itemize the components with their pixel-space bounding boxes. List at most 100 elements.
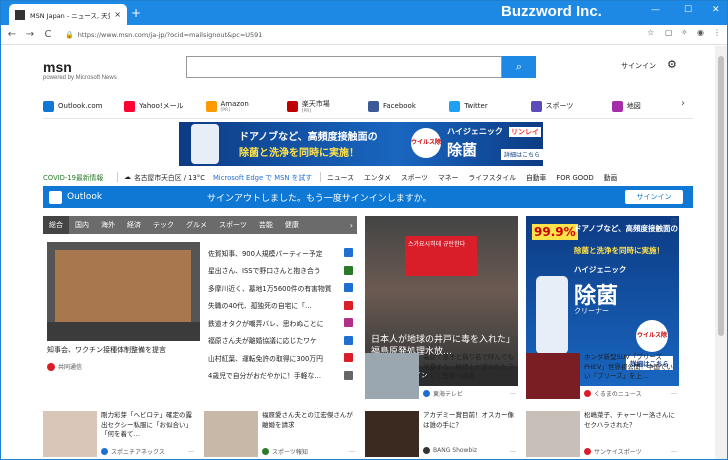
- chevron-right-icon[interactable]: ›: [350, 221, 353, 230]
- back-button[interactable]: ←: [5, 29, 19, 40]
- covid-link[interactable]: COVID-19最新情報: [43, 172, 103, 182]
- search-input[interactable]: [186, 56, 502, 78]
- bottle-image: [536, 276, 568, 354]
- tab-4[interactable]: テック: [147, 216, 180, 234]
- nav-item-3[interactable]: マネー: [438, 174, 458, 182]
- banner-line1: ドアノブなど、高頻度接触面の: [239, 132, 378, 143]
- more-options-icon[interactable]: …: [671, 447, 677, 454]
- headline-item[interactable]: 山村紅葉、運転免許の取得に300万円: [208, 349, 353, 367]
- source-name: 東海テレビ: [433, 391, 464, 398]
- maximize-button[interactable]: ☐: [684, 5, 692, 15]
- edge-promo-link[interactable]: Microsoft Edge で MSN を試す: [213, 172, 312, 182]
- page-content: msn powered by Microsoft News ⌕ サインイン ⚙ …: [1, 46, 715, 459]
- tab-2[interactable]: 海外: [95, 216, 121, 234]
- news-card[interactable]: 電話で息子と偽り名で呼んでも巫蠱する…税理士が使われたフリして警察へ通報… 東海テ…: [365, 353, 518, 401]
- desk-area: [47, 322, 200, 341]
- quicklink-sub: [PR]: [301, 108, 312, 114]
- headline-item[interactable]: 福原さん夫が離婚協議に応じたワケ: [208, 332, 353, 350]
- card-title: 電話で息子と偽り名で呼んでも巫蠱する…税理士が使われたフリして警察へ通報…: [423, 353, 514, 380]
- headline-item[interactable]: 佐賀知事、900人規模パーティー予定: [208, 244, 353, 262]
- more-options-icon[interactable]: …: [188, 447, 194, 454]
- tab-3[interactable]: 経済: [121, 216, 147, 234]
- headline-item[interactable]: 鉄道オタクが嘲弄バレ、思わぬことに: [208, 314, 353, 332]
- favorite-star-icon[interactable]: ☆: [647, 28, 654, 37]
- more-options-icon[interactable]: …: [671, 389, 677, 396]
- menu-icon[interactable]: ⋮: [713, 28, 721, 37]
- banner-detail-button[interactable]: 詳細はこちら: [501, 149, 543, 160]
- quicklink-label: Facebook: [383, 102, 416, 110]
- quicklink-text: Yahoo!メール: [139, 101, 183, 111]
- signin-link[interactable]: サインイン: [621, 61, 656, 71]
- quicklink-label: 楽天市場: [301, 99, 330, 108]
- forward-button[interactable]: →: [23, 29, 37, 40]
- nav-item-1[interactable]: エンタメ: [364, 174, 391, 182]
- headline-list: 佐賀知事、900人規模パーティー予定 星出さん、ISSで野口さんと抱き合う 多摩川近…: [208, 244, 353, 384]
- tab-8[interactable]: 健康: [279, 216, 305, 234]
- source-name: スポニチアネックス: [111, 449, 165, 456]
- more-options-icon[interactable]: …: [510, 389, 516, 396]
- nav-item-7[interactable]: 動画: [604, 174, 618, 182]
- puzzle-icon[interactable]: ✧: [681, 28, 688, 37]
- banner-ad[interactable]: ドアノブなど、高頻度接触面の 除菌と洗浄を同時に実施！ ウイルス除去 ハイジェニ…: [179, 122, 543, 166]
- new-tab-button[interactable]: +: [131, 6, 141, 20]
- chevron-right-icon[interactable]: ›: [681, 98, 685, 109]
- weather-text[interactable]: 名古屋市天白区 / 13°C: [134, 172, 205, 182]
- headline-item[interactable]: 4歳児で自分がおだやかに！手軽な…: [208, 367, 353, 385]
- outlook-signin-button[interactable]: サインイン: [625, 190, 683, 204]
- quicklink-3[interactable]: 楽天市場 [PR]: [286, 96, 368, 116]
- quicklink-1[interactable]: Yahoo!メール: [124, 96, 205, 116]
- reload-button[interactable]: C: [41, 29, 55, 40]
- quicklink-icon: [43, 100, 54, 112]
- news-card[interactable]: 剛力彩芽「ヘビロテ」確定の露出セクシー私服に「お似合い」「何を着て… スポニチアネ…: [43, 411, 196, 459]
- extension-icon[interactable]: ▢: [665, 28, 673, 37]
- minimize-button[interactable]: —: [651, 5, 660, 15]
- quicklink-4[interactable]: Facebook: [368, 96, 449, 116]
- source-logo-icon: [344, 353, 353, 363]
- msn-logo[interactable]: msn powered by Microsoft News: [43, 59, 117, 81]
- news-card[interactable]: アカデミー賞目前！オスカー像は誰の手に？ BANG Showbiz…: [365, 411, 518, 459]
- ad-info-icon[interactable]: ⓘ: [671, 217, 677, 226]
- quicklink-6[interactable]: スポーツ: [530, 96, 612, 116]
- tab-close-icon[interactable]: ×: [114, 10, 121, 19]
- tab-0[interactable]: 総合: [43, 216, 69, 234]
- card-title: 剛力彩芽「ヘビロテ」確定の露出セクシー私服に「お似合い」「何を着て…: [101, 411, 192, 438]
- news-card[interactable]: 福原愛さん夫との江宏傑さんが離婚を請求 スポーツ報知…: [204, 411, 357, 459]
- quicklink-2[interactable]: Amazon [PR]: [205, 96, 287, 116]
- nav-item-4[interactable]: ライフスタイル: [468, 174, 516, 182]
- search-button[interactable]: ⌕: [502, 56, 536, 78]
- nav-items: ニュース エンタメ スポーツ マネー ライフスタイル 自動車 FOR GOOD 動画: [327, 172, 627, 182]
- bottle-image: [191, 124, 219, 164]
- quicklink-5[interactable]: Twitter: [449, 96, 530, 116]
- headline-item[interactable]: 多摩川近く、墓地1万5600件の有害物質: [208, 279, 353, 297]
- tab-7[interactable]: 芸能: [253, 216, 279, 234]
- scrollbar[interactable]: [715, 46, 727, 459]
- scrollbar-thumb[interactable]: [718, 56, 724, 336]
- address-bar[interactable]: 🔒 https://www.msn.com/ja-jp/?ocid=mailsi…: [65, 27, 625, 42]
- headline-item[interactable]: 失職の40代、孤独死の自宅に「…: [208, 297, 353, 315]
- nav-item-2[interactable]: スポーツ: [401, 174, 428, 182]
- card-thumbnail: [526, 411, 580, 457]
- nav-item-5[interactable]: 自動車: [526, 174, 546, 182]
- tab-6[interactable]: スポーツ: [213, 216, 253, 234]
- source-logo-icon: [101, 448, 108, 455]
- hero-caption[interactable]: 知事会、ワクチン接種体制整備を提言: [47, 345, 166, 355]
- browser-tab[interactable]: MSN Japan - ニュース, 天気, メール ×: [9, 4, 127, 25]
- source-logo-icon: [423, 390, 430, 397]
- news-card[interactable]: ホンダ新型SUV「ブリーズPHEV」世界初公開！中国でいい「ブリーズ」を上… くる…: [526, 353, 679, 401]
- profile-icon[interactable]: ◉: [697, 28, 704, 37]
- news-card[interactable]: 松嶋菜子、チャーリー洛さんにセクハラされた？ サンケイスポーツ…: [526, 411, 679, 459]
- gear-icon[interactable]: ⚙: [667, 58, 677, 71]
- divider: [320, 172, 322, 182]
- hero-image[interactable]: [47, 242, 200, 341]
- browser-window: MSN Japan - ニュース, 天気, メール × + Buzzword I…: [0, 0, 728, 460]
- card-source: 東海テレビ: [423, 389, 463, 398]
- more-options-icon[interactable]: …: [349, 447, 355, 454]
- quicklink-0[interactable]: Outlook.com: [43, 96, 124, 116]
- nav-item-6[interactable]: FOR GOOD: [556, 174, 593, 182]
- tab-1[interactable]: 国内: [69, 216, 95, 234]
- nav-item-0[interactable]: ニュース: [327, 174, 354, 182]
- close-window-button[interactable]: ✕: [712, 5, 720, 15]
- more-options-icon[interactable]: …: [510, 447, 516, 454]
- headline-item[interactable]: 星出さん、ISSで野口さんと抱き合う: [208, 262, 353, 280]
- tab-5[interactable]: グルメ: [180, 216, 213, 234]
